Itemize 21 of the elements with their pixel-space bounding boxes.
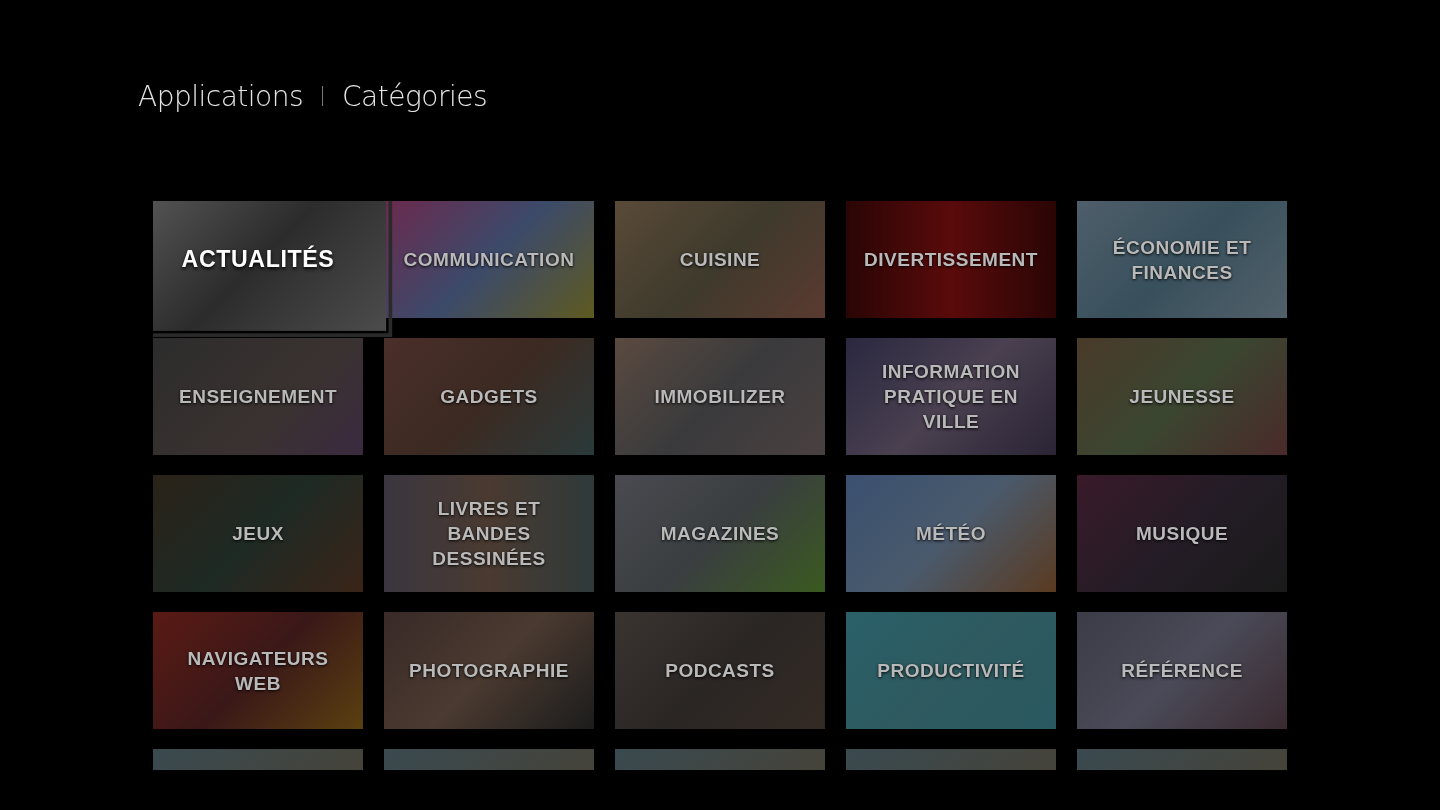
category-tile[interactable]: MAGAZINES — [615, 475, 825, 592]
category-tile[interactable]: ENSEIGNEMENT — [153, 338, 363, 455]
category-tile[interactable]: PRODUCTIVITÉ — [846, 612, 1056, 729]
category-tile[interactable]: RÉFÉRENCE — [1077, 612, 1287, 729]
category-tile[interactable]: IMMOBILIZER — [615, 338, 825, 455]
category-tile[interactable]: PODCASTS — [615, 612, 825, 729]
category-tile[interactable]: DIVERTISSEMENT — [846, 201, 1056, 318]
category-tile[interactable]: PHOTOGRAPHIE — [384, 612, 594, 729]
category-tile[interactable]: CUISINE — [615, 201, 825, 318]
category-tile[interactable]: JEUX — [153, 475, 363, 592]
category-tile[interactable]: ÉCONOMIE ET FINANCES — [1077, 201, 1287, 318]
breadcrumb-link[interactable]: Catégories — [342, 79, 487, 113]
category-tile[interactable]: GADGETS — [384, 338, 594, 455]
category-tile[interactable]: MÉTÉO — [846, 475, 1056, 592]
category-tile[interactable]: MUSIQUE — [1077, 475, 1287, 592]
category-tile[interactable]: NAVIGATEURS WEB — [153, 612, 363, 729]
category-tile[interactable]: INFORMATION PRATIQUE EN VILLE — [846, 338, 1056, 455]
category-tile[interactable]: JEUNESSE — [1077, 338, 1287, 455]
category-tile[interactable]: COMMUNICATION — [384, 201, 594, 318]
category-tile[interactable]: LIVRES ET BANDES DESSINÉES — [384, 475, 594, 592]
breadcrumb-link[interactable]: Applications — [138, 79, 304, 113]
